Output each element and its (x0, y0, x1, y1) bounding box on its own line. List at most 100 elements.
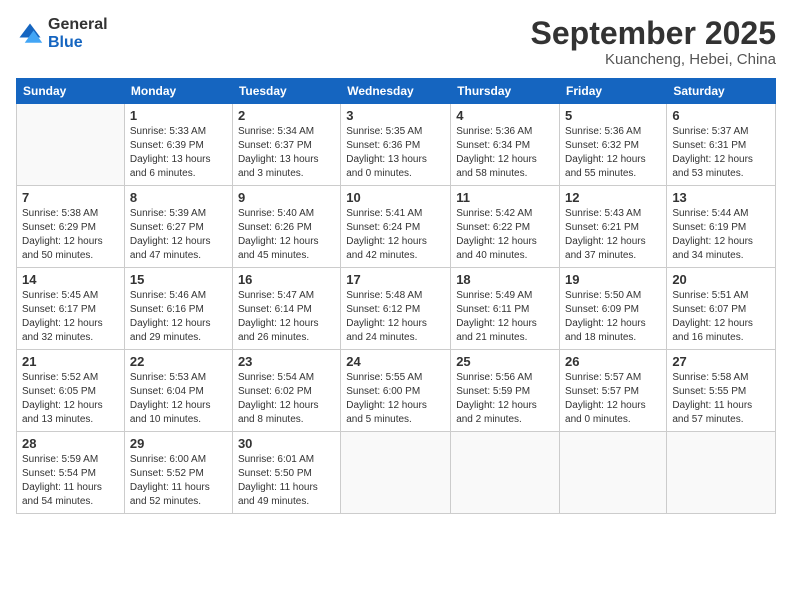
week-row-3: 14 Sunrise: 5:45 AM Sunset: 6:17 PM Dayli… (17, 268, 776, 350)
day-info: Sunrise: 6:01 AM Sunset: 5:50 PM Dayligh… (238, 453, 335, 509)
day-info: Sunrise: 5:44 AM Sunset: 6:19 PM Dayligh… (672, 207, 770, 263)
day-number: 4 (456, 108, 554, 123)
day-info: Sunrise: 5:47 AM Sunset: 6:14 PM Dayligh… (238, 289, 335, 345)
week-row-1: 1Sunrise: 5:33 AM Sunset: 6:39 PM Daylig… (17, 104, 776, 186)
day-number: 2 (238, 108, 335, 123)
day-info: Sunrise: 5:46 AM Sunset: 6:16 PM Dayligh… (130, 289, 227, 345)
header-saturday: Saturday (667, 79, 776, 104)
day-number: 10 (346, 190, 445, 205)
day-number: 16 (238, 272, 335, 287)
calendar-cell-w3-d4: 17 Sunrise: 5:48 AM Sunset: 6:12 PM Dayli… (341, 268, 451, 350)
day-number: 20 (672, 272, 770, 287)
day-number: 14 (22, 272, 119, 287)
day-number: 15 (130, 272, 227, 287)
location: Kuancheng, Hebei, China (531, 51, 776, 68)
calendar-cell-w3-d3: 16 Sunrise: 5:47 AM Sunset: 6:14 PM Dayli… (232, 268, 340, 350)
calendar-cell-w4-d5: 25 Sunrise: 5:56 AM Sunset: 5:59 PM Dayli… (451, 350, 560, 432)
calendar-cell-w5-d2: 29Sunrise: 6:00 AM Sunset: 5:52 PM Dayli… (124, 432, 232, 514)
day-info: Sunrise: 6:00 AM Sunset: 5:52 PM Dayligh… (130, 453, 227, 509)
day-info: Sunrise: 5:50 AM Sunset: 6:09 PM Dayligh… (565, 289, 661, 345)
day-info: Sunrise: 5:45 AM Sunset: 6:17 PM Dayligh… (22, 289, 119, 345)
week-row-2: 7Sunrise: 5:38 AM Sunset: 6:29 PM Daylig… (17, 186, 776, 268)
day-info: Sunrise: 5:40 AM Sunset: 6:26 PM Dayligh… (238, 207, 335, 263)
day-number: 23 (238, 354, 335, 369)
calendar-cell-w3-d1: 14 Sunrise: 5:45 AM Sunset: 6:17 PM Dayli… (17, 268, 125, 350)
day-number: 12 (565, 190, 661, 205)
header-monday: Monday (124, 79, 232, 104)
calendar-cell-w3-d6: 19 Sunrise: 5:50 AM Sunset: 6:09 PM Dayli… (560, 268, 667, 350)
day-number: 3 (346, 108, 445, 123)
day-number: 7 (22, 190, 119, 205)
calendar-cell-w5-d1: 28Sunrise: 5:59 AM Sunset: 5:54 PM Dayli… (17, 432, 125, 514)
day-info: Sunrise: 5:56 AM Sunset: 5:59 PM Dayligh… (456, 371, 554, 427)
calendar-cell-w1-d6: 5 Sunrise: 5:36 AM Sunset: 6:32 PM Daylig… (560, 104, 667, 186)
month-title: September 2025 (531, 16, 776, 51)
day-number: 24 (346, 354, 445, 369)
calendar-cell-w3-d7: 20 Sunrise: 5:51 AM Sunset: 6:07 PM Dayli… (667, 268, 776, 350)
day-number: 11 (456, 190, 554, 205)
calendar-cell-w4-d2: 22 Sunrise: 5:53 AM Sunset: 6:04 PM Dayli… (124, 350, 232, 432)
day-number: 19 (565, 272, 661, 287)
logo-blue: Blue (48, 34, 108, 52)
day-info: Sunrise: 5:52 AM Sunset: 6:05 PM Dayligh… (22, 371, 119, 427)
day-info: Sunrise: 5:55 AM Sunset: 6:00 PM Dayligh… (346, 371, 445, 427)
weekday-header-row: Sunday Monday Tuesday Wednesday Thursday… (17, 79, 776, 104)
calendar-cell-w2-d2: 8Sunrise: 5:39 AM Sunset: 6:27 PM Daylig… (124, 186, 232, 268)
day-number: 21 (22, 354, 119, 369)
day-number: 18 (456, 272, 554, 287)
calendar-cell-w4-d3: 23Sunrise: 5:54 AM Sunset: 6:02 PM Dayli… (232, 350, 340, 432)
calendar-cell-w1-d2: 1Sunrise: 5:33 AM Sunset: 6:39 PM Daylig… (124, 104, 232, 186)
calendar-cell-w5-d3: 30 Sunrise: 6:01 AM Sunset: 5:50 PM Dayli… (232, 432, 340, 514)
day-number: 8 (130, 190, 227, 205)
day-info: Sunrise: 5:36 AM Sunset: 6:34 PM Dayligh… (456, 125, 554, 181)
calendar-cell-w2-d7: 13Sunrise: 5:44 AM Sunset: 6:19 PM Dayli… (667, 186, 776, 268)
calendar-cell-w1-d7: 6Sunrise: 5:37 AM Sunset: 6:31 PM Daylig… (667, 104, 776, 186)
header-thursday: Thursday (451, 79, 560, 104)
title-block: September 2025 Kuancheng, Hebei, China (531, 16, 776, 68)
day-number: 17 (346, 272, 445, 287)
page: General Blue September 2025 Kuancheng, H… (0, 0, 792, 612)
day-number: 9 (238, 190, 335, 205)
week-row-4: 21 Sunrise: 5:52 AM Sunset: 6:05 PM Dayli… (17, 350, 776, 432)
day-info: Sunrise: 5:36 AM Sunset: 6:32 PM Dayligh… (565, 125, 661, 181)
calendar-cell-w2-d3: 9 Sunrise: 5:40 AM Sunset: 6:26 PM Daylig… (232, 186, 340, 268)
calendar: Sunday Monday Tuesday Wednesday Thursday… (16, 78, 776, 514)
day-number: 5 (565, 108, 661, 123)
calendar-cell-w1-d3: 2Sunrise: 5:34 AM Sunset: 6:37 PM Daylig… (232, 104, 340, 186)
day-number: 25 (456, 354, 554, 369)
logo-icon (16, 20, 44, 48)
day-number: 6 (672, 108, 770, 123)
day-number: 22 (130, 354, 227, 369)
calendar-cell-w3-d2: 15 Sunrise: 5:46 AM Sunset: 6:16 PM Dayli… (124, 268, 232, 350)
header-tuesday: Tuesday (232, 79, 340, 104)
day-info: Sunrise: 5:42 AM Sunset: 6:22 PM Dayligh… (456, 207, 554, 263)
calendar-cell-w2-d6: 12Sunrise: 5:43 AM Sunset: 6:21 PM Dayli… (560, 186, 667, 268)
logo: General Blue (16, 16, 108, 51)
logo-text: General Blue (48, 16, 108, 51)
calendar-cell-w1-d1 (17, 104, 125, 186)
calendar-cell-w4-d1: 21 Sunrise: 5:52 AM Sunset: 6:05 PM Dayli… (17, 350, 125, 432)
calendar-cell-w5-d6 (560, 432, 667, 514)
day-number: 27 (672, 354, 770, 369)
calendar-cell-w1-d4: 3 Sunrise: 5:35 AM Sunset: 6:36 PM Daylig… (341, 104, 451, 186)
day-info: Sunrise: 5:41 AM Sunset: 6:24 PM Dayligh… (346, 207, 445, 263)
calendar-cell-w5-d7 (667, 432, 776, 514)
calendar-cell-w2-d4: 10 Sunrise: 5:41 AM Sunset: 6:24 PM Dayli… (341, 186, 451, 268)
day-info: Sunrise: 5:53 AM Sunset: 6:04 PM Dayligh… (130, 371, 227, 427)
calendar-cell-w4-d4: 24 Sunrise: 5:55 AM Sunset: 6:00 PM Dayli… (341, 350, 451, 432)
calendar-cell-w4-d6: 26Sunrise: 5:57 AM Sunset: 5:57 PM Dayli… (560, 350, 667, 432)
day-info: Sunrise: 5:35 AM Sunset: 6:36 PM Dayligh… (346, 125, 445, 181)
day-info: Sunrise: 5:48 AM Sunset: 6:12 PM Dayligh… (346, 289, 445, 345)
calendar-cell-w2-d5: 11 Sunrise: 5:42 AM Sunset: 6:22 PM Dayli… (451, 186, 560, 268)
day-info: Sunrise: 5:58 AM Sunset: 5:55 PM Dayligh… (672, 371, 770, 427)
calendar-cell-w4-d7: 27 Sunrise: 5:58 AM Sunset: 5:55 PM Dayli… (667, 350, 776, 432)
calendar-cell-w5-d4 (341, 432, 451, 514)
calendar-cell-w3-d5: 18 Sunrise: 5:49 AM Sunset: 6:11 PM Dayli… (451, 268, 560, 350)
day-number: 30 (238, 436, 335, 451)
day-info: Sunrise: 5:51 AM Sunset: 6:07 PM Dayligh… (672, 289, 770, 345)
header-friday: Friday (560, 79, 667, 104)
day-info: Sunrise: 5:49 AM Sunset: 6:11 PM Dayligh… (456, 289, 554, 345)
calendar-cell-w2-d1: 7Sunrise: 5:38 AM Sunset: 6:29 PM Daylig… (17, 186, 125, 268)
day-number: 1 (130, 108, 227, 123)
header-wednesday: Wednesday (341, 79, 451, 104)
